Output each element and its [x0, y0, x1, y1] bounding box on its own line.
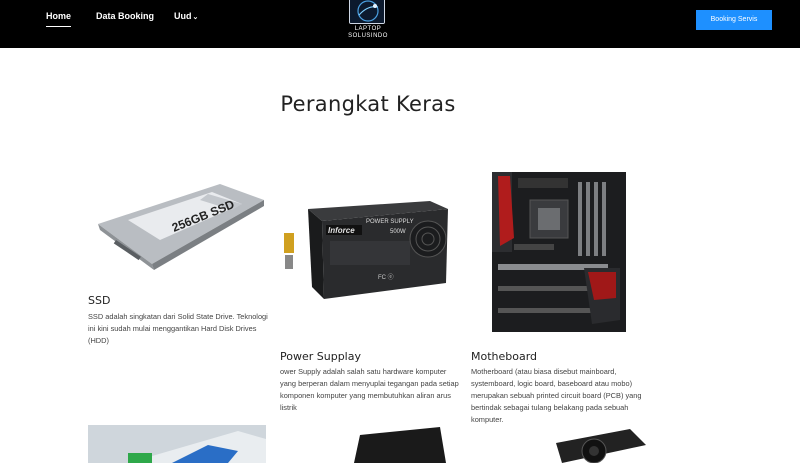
ssd-image: 256GB SSD: [92, 170, 268, 280]
nav-data-booking-link[interactable]: Data Booking: [96, 11, 154, 21]
booking-servis-button[interactable]: Booking Servis: [696, 10, 772, 30]
logo-text-line1: LAPTOP: [354, 26, 382, 32]
hardware-image-row2-1: [88, 425, 266, 463]
brand-logo[interactable]: LAPTOP SOLUSINDO: [336, 0, 400, 48]
card-desc-ssd: SSD adalah singkatan dari Solid State Dr…: [88, 312, 268, 345]
hardware-image-row2-2: [350, 425, 450, 463]
motherboard-image: [488, 168, 630, 336]
logo-text-line2: SOLUSINDO: [348, 33, 388, 39]
nav-uud-dropdown[interactable]: Uud⌄: [174, 11, 198, 21]
card-desc-motherboard: Motherboard (atau biasa disebut mainboar…: [471, 367, 642, 424]
navbar: Home Data Booking Uud⌄ LAPTOP SOLUSINDO …: [0, 0, 800, 48]
card-title-motherboard: Motheboard: [471, 350, 538, 363]
card-desc-power-supply: ower Supply adalah salah satu hardware k…: [280, 367, 459, 412]
psu-line1-text: POWER SUPPLY: [366, 219, 414, 225]
nav-uud-label: Uud: [174, 11, 192, 21]
page-title: Perangkat Keras: [280, 92, 456, 116]
psu-line2-text: 500W: [390, 229, 406, 235]
svg-text:FC ⓔ: FC ⓔ: [378, 273, 394, 281]
card-title-power-supply: Power Supplay: [280, 350, 361, 363]
power-supply-image: Inforce POWER SUPPLY 500W FC ⓔ: [282, 195, 454, 305]
nav-home-link[interactable]: Home: [46, 11, 72, 27]
chevron-down-icon: ⌄: [192, 14, 199, 21]
hardware-image-row2-3: [550, 425, 650, 463]
card-title-ssd: SSD: [88, 294, 111, 307]
psu-brand-text: Inforce: [328, 226, 355, 235]
logo-emblem-icon: [349, 0, 385, 24]
